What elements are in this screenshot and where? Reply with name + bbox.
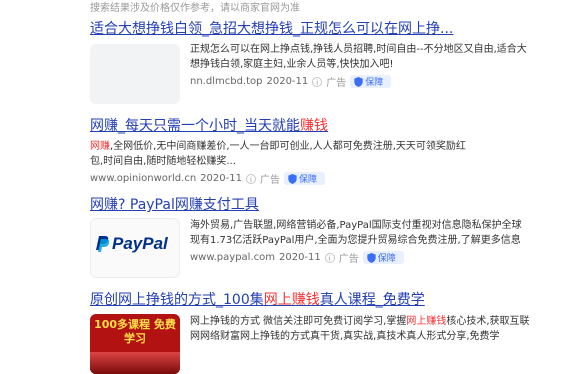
badge-label: 保障 — [365, 78, 384, 88]
shield-icon — [367, 252, 376, 263]
shield-icon — [288, 173, 297, 184]
info-icon[interactable]: i — [312, 76, 323, 87]
result-1-title[interactable]: 适合大想挣钱白领_急招大想挣钱_正规怎么可以在网上挣... — [90, 20, 530, 38]
paypal-logo: PayPal — [96, 234, 168, 254]
result-1-date: 2020-11 — [266, 76, 309, 87]
ad-label: 广告 — [259, 175, 280, 186]
shield-icon — [354, 76, 363, 87]
guarantee-badge[interactable]: 保障 — [350, 75, 392, 88]
result-2-snippet-text: ,全网低价,无中间商赚差价,一人一台即可创业,人人都可免费注册,天天可领奖励红包… — [90, 141, 466, 167]
result-4-snippet-text: 网上挣钱的方式 微信关注即可免费订阅学习,掌握 — [190, 316, 407, 327]
result-2-url[interactable]: www.opinionworld.cn — [90, 173, 196, 184]
result-4-title[interactable]: 原创网上挣钱的方式_100集网上赚钱真人课程_免费学 — [90, 291, 530, 309]
result-4-snippet-highlight: 网上赚钱 — [406, 316, 447, 327]
result-4-title-text: 原创网上挣钱的方式_100集 — [90, 292, 264, 308]
result-2-snippet-highlight: 网赚 — [90, 141, 110, 152]
result-4-thumbnail[interactable]: 100多课程 免费学习 — [90, 314, 180, 374]
price-notice: 搜索结果涉及价格仅作参考，请以商家官网为准 — [90, 3, 300, 14]
result-2-title-highlight: 赚钱 — [300, 118, 328, 134]
result-3-title[interactable]: 网赚? PayPal网赚支付工具 — [90, 196, 530, 214]
info-icon[interactable]: i — [245, 173, 256, 184]
result-3-thumbnail[interactable]: PayPal — [90, 218, 180, 278]
result-1-url[interactable]: nn.dlmcbd.top — [190, 76, 262, 87]
badge-label: 保障 — [298, 175, 317, 185]
result-4-title-highlight: 网上赚钱 — [263, 292, 320, 308]
paypal-logo-text: PayPal — [112, 234, 168, 253]
badge-label: 保障 — [377, 254, 396, 264]
result-4-title-text-end: 真人课程_免费学 — [319, 292, 425, 308]
thumbnail-caption: 100多课程 免费学习 — [94, 318, 176, 345]
result-3-meta: www.paypal.com 2020-11 i 广告 保障 — [190, 250, 530, 265]
result-1-snippet: 正规怎么可以在网上挣点钱,挣钱人员招聘,时间自由--不分地区又自由,适合大想挣钱… — [190, 44, 527, 70]
result-3-snippet: 海外贸易,广告联盟,网络营销必备,PayPal国际支付重视对信息隐私保护全球现有… — [190, 220, 522, 246]
guarantee-badge[interactable]: 保障 — [362, 251, 404, 264]
paypal-p-icon — [96, 236, 110, 252]
guarantee-badge[interactable]: 保障 — [283, 172, 325, 185]
result-2-meta: www.opinionworld.cn 2020-11 i 广告 保障 — [90, 171, 530, 186]
info-icon[interactable]: i — [324, 252, 335, 263]
result-3-url[interactable]: www.paypal.com — [190, 252, 275, 263]
search-result-1: 适合大想挣钱白领_急招大想挣钱_正规怎么可以在网上挣... 正规怎么可以在网上挣… — [90, 20, 530, 104]
search-result-3: 网赚? PayPal网赚支付工具 PayPal 海外贸易,广告联盟,网络营销必备… — [90, 196, 530, 278]
result-2-title-text: 网赚_每天只需一个小时_当天就能 — [90, 118, 300, 134]
result-2-snippet: 网赚,全网低价,无中间商赚差价,一人一台即可创业,人人都可免费注册,天天可领奖励… — [90, 139, 470, 169]
thumbnail-people — [90, 352, 180, 374]
result-2-date: 2020-11 — [200, 173, 242, 184]
search-result-4: 原创网上挣钱的方式_100集网上赚钱真人课程_免费学 100多课程 免费学习 网… — [90, 291, 530, 374]
result-4-snippet: 网上挣钱的方式 微信关注即可免费订阅学习,掌握网上赚钱核心技术,获取互联网网络财… — [190, 314, 530, 344]
result-3-date: 2020-11 — [278, 252, 321, 263]
result-1-meta: nn.dlmcbd.top 2020-11 i 广告 保障 — [190, 74, 530, 89]
result-1-thumbnail[interactable] — [90, 44, 180, 104]
search-result-2: 网赚_每天只需一个小时_当天就能赚钱 网赚,全网低价,无中间商赚差价,一人一台即… — [90, 117, 530, 186]
ad-label: 广告 — [326, 78, 347, 89]
ad-label: 广告 — [338, 254, 359, 265]
result-2-title[interactable]: 网赚_每天只需一个小时_当天就能赚钱 — [90, 117, 530, 135]
